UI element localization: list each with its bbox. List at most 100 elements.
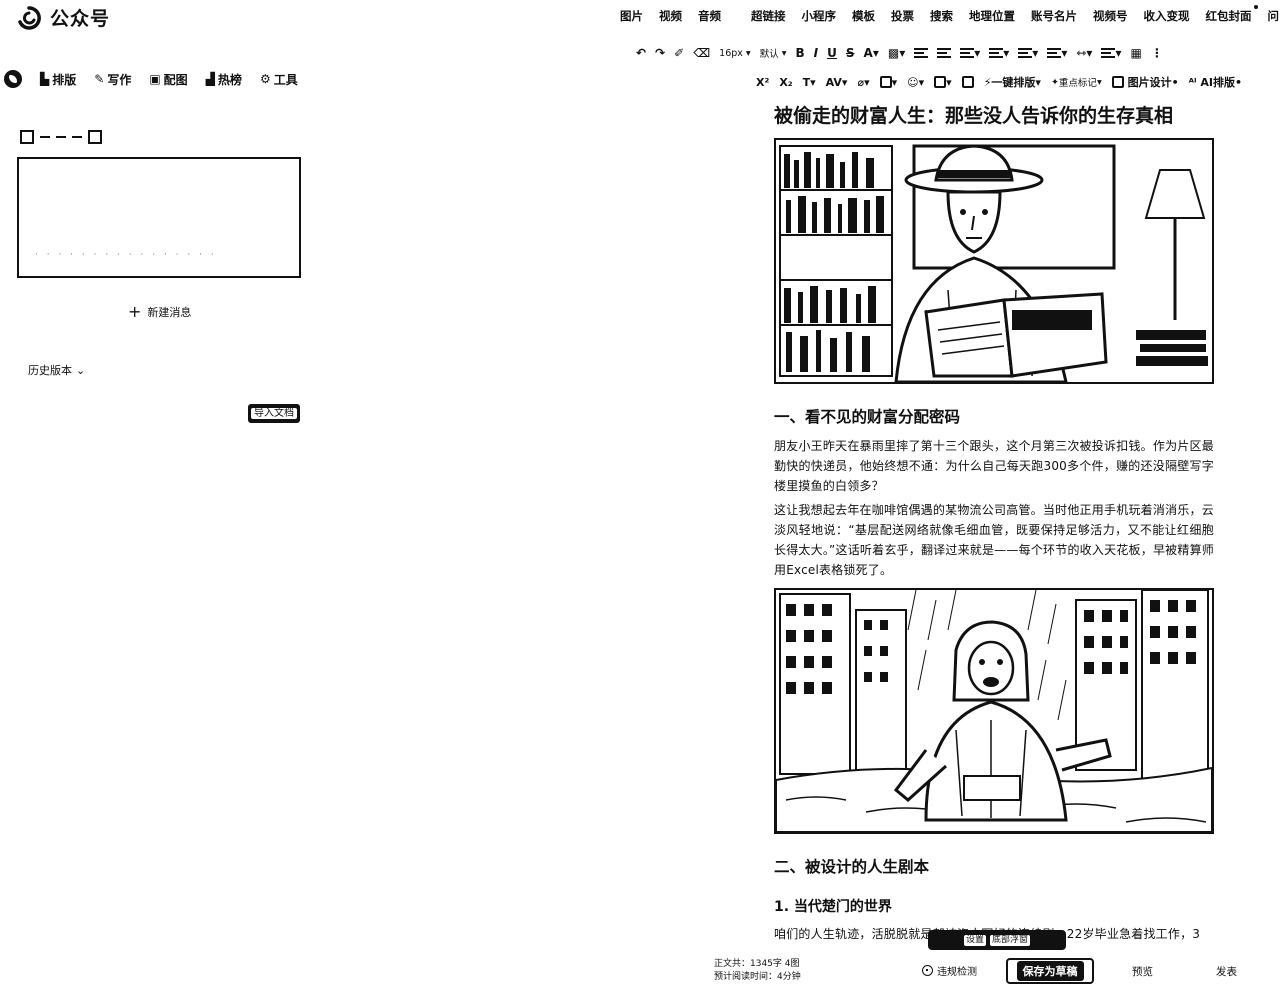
underline-icon[interactable]: U (827, 46, 837, 60)
subscript-icon[interactable]: X₂ (779, 76, 792, 89)
insert-video[interactable]: 视频 (651, 8, 690, 24)
preview-button[interactable]: 预览 (1132, 964, 1153, 979)
article-card[interactable]: · · · · · · · · · · · · · · · · (17, 157, 301, 278)
section-heading-2[interactable]: 二、被设计的人生剧本 (774, 852, 1214, 882)
pen-icon: ✎ (94, 72, 105, 86)
article-editor[interactable]: 被偷走的财富人生：那些没人告诉你的生存真相 一、看不见的财富分配密码 朋友小王昨… (774, 98, 1214, 944)
document-icon (88, 130, 102, 144)
emoji-icon[interactable]: ☺▾ (907, 76, 924, 89)
insert-image[interactable]: 图片 (612, 8, 651, 24)
floating-tip[interactable]: 设置 底部浮窗 (928, 930, 1066, 950)
app-logo[interactable]: 公众号 (16, 4, 110, 31)
paragraph-1[interactable]: 朋友小王昨天在暴雨里摔了第十三个跟头，这个月第三次被投诉扣钱。作为片区最勤快的快… (774, 436, 1214, 496)
insert-search[interactable]: 搜索 (922, 8, 961, 24)
table-icon[interactable]: ▦ (1130, 46, 1141, 60)
eraser-icon[interactable]: ⌀▾ (857, 76, 869, 89)
floating-tip-left: 设置 (963, 934, 986, 946)
violation-check-label: 违规检测 (937, 967, 977, 978)
import-label: 导入文档 (251, 408, 297, 419)
insert-audio[interactable]: 音频 (690, 8, 729, 24)
divider (40, 136, 50, 138)
insert-vote[interactable]: 投票 (883, 8, 922, 24)
layout-icon: ▙ (40, 72, 50, 86)
insert-question[interactable]: 问 (1260, 8, 1280, 24)
subheading-1[interactable]: 1. 当代楚门的世界 (774, 894, 1214, 920)
violation-check-button[interactable]: 违规检测 (922, 963, 977, 978)
floating-tip-right: 底部浮窗 (990, 934, 1031, 946)
focus-format-button[interactable]: ✦ 重点标记 ▾ (1051, 75, 1102, 90)
letter-spacing-av-icon[interactable]: AV▾ (826, 76, 848, 89)
paragraph-spacing-icon[interactable]: ▾ (1047, 46, 1067, 60)
nav-writing-label: 写作 (107, 72, 132, 87)
bold-icon[interactable]: B (796, 46, 805, 60)
article-title[interactable]: 被偷走的财富人生：那些没人告诉你的生存真相 (774, 98, 1214, 134)
nav-image[interactable]: ▣ 配图 (149, 71, 187, 88)
article-list-header (20, 130, 102, 144)
font-size-value: 16px (719, 47, 743, 59)
letter-spacing-icon[interactable]: ⇿▾ (1076, 46, 1092, 60)
word-count-stats: 正文共：1345字 4图 预计阅读时间：4分钟 (714, 958, 801, 984)
redo-icon[interactable]: ↷ (655, 46, 665, 60)
format-toolbar-row1: ↶ ↷ ✐ ⌫ 16px ▾ 默认 ▾ B I U S A▾ ▩▾ ▾ ▾ ▾ … (636, 46, 1163, 60)
one-click-layout-label: 一键排版 (991, 76, 1036, 89)
align-left-icon[interactable] (914, 48, 929, 58)
ai-layout-label: AI排版 (1200, 76, 1235, 89)
assistant-logo-icon[interactable] (4, 70, 22, 88)
indent-icon[interactable]: ▾ (989, 46, 1009, 60)
insert-account-card[interactable]: 账号名片 (1023, 8, 1085, 24)
focus-format-label: 重点标记 (1058, 78, 1097, 89)
font-size-select[interactable]: 16px ▾ (719, 48, 751, 59)
publish-button[interactable]: 发表 (1216, 964, 1237, 979)
more-icon[interactable]: ⋮ (1151, 46, 1163, 60)
wechat-mp-logo-icon (16, 5, 42, 31)
paragraph-2[interactable]: 这让我想起去年在咖啡馆偶遇的某物流公司高管。当时他正用手机玩着消消乐，云淡风轻地… (774, 500, 1214, 580)
clipboard-icon[interactable] (961, 76, 974, 88)
font-color-icon[interactable]: A▾ (864, 46, 879, 60)
article-card-placeholder: · · · · · · · · · · · · · · · · (35, 250, 217, 260)
history-version-dropdown[interactable]: 历史版本 ⌄ (28, 362, 85, 378)
insert-location[interactable]: 地理位置 (961, 8, 1023, 24)
import-document-button[interactable]: 导入文档 (248, 404, 300, 423)
list-icon[interactable]: ▾ (1101, 46, 1121, 60)
superscript-icon[interactable]: X² (756, 76, 769, 89)
save-draft-label: 保存为草稿 (1016, 961, 1084, 981)
align-center-icon[interactable] (937, 48, 952, 58)
strikethrough-icon[interactable]: S (846, 46, 855, 60)
italic-icon[interactable]: I (814, 46, 818, 60)
nav-layout[interactable]: ▙ 排版 (40, 71, 76, 88)
nav-image-label: 配图 (163, 72, 188, 87)
image-insert-icon[interactable]: ▾ (879, 76, 897, 89)
insert-monetization[interactable]: 收入变现 (1136, 8, 1198, 24)
undo-icon[interactable]: ↶ (636, 46, 646, 60)
insert-template[interactable]: 模板 (844, 8, 883, 24)
plus-icon: + (128, 302, 142, 321)
tool-icon: ⚙ (259, 72, 271, 86)
insert-channels[interactable]: 视频号 (1085, 8, 1136, 24)
one-click-layout-button[interactable]: ⚡ 一键排版 ▾ (984, 74, 1041, 90)
heading-icon[interactable]: T▾ (803, 76, 816, 89)
new-message-button[interactable]: + 新建消息 (128, 302, 191, 321)
article-image-courier-in-rain[interactable] (774, 588, 1214, 834)
format-brush-icon[interactable]: ✐ (674, 46, 684, 60)
background-color-icon[interactable]: ▩▾ (888, 46, 905, 60)
ai-layout-button[interactable]: ᴬᴵ AI排版 • (1189, 74, 1242, 90)
insert-red-packet-cover[interactable]: 红包封面 (1198, 5, 1260, 24)
nav-writing[interactable]: ✎ 写作 (94, 71, 131, 88)
image-design-label: 图片设计 (1127, 76, 1172, 89)
format-toolbar-row2: X² X₂ T▾ AV▾ ⌀▾ ▾ ☺▾ ▾ ⚡ 一键排版 ▾ ✦ 重点标记 ▾ 图片设… (756, 74, 1242, 90)
insert-mini-program[interactable]: 小程序 (794, 8, 845, 24)
font-family-select[interactable]: 默认 ▾ (759, 46, 787, 61)
clear-format-icon[interactable]: ⌫ (693, 46, 710, 60)
nav-tools[interactable]: ⚙ 工具 (260, 71, 298, 88)
image-design-button[interactable]: 图片设计 • (1111, 74, 1179, 90)
align-right-icon[interactable]: ▾ (960, 46, 980, 60)
line-height-icon[interactable]: ▾ (1018, 46, 1038, 60)
article-image-reading-man[interactable] (774, 138, 1214, 384)
section-heading-1[interactable]: 一、看不见的财富分配密码 (774, 402, 1214, 432)
nav-trending[interactable]: ▟ 热榜 (206, 71, 242, 88)
font-family-value: 默认 (759, 49, 779, 60)
nav-layout-label: 排版 (52, 72, 77, 87)
insert-hyperlink[interactable]: 超链接 (743, 8, 794, 24)
media-icon[interactable]: ▾ (934, 76, 952, 89)
save-draft-button[interactable]: 保存为草稿 (1006, 958, 1094, 984)
